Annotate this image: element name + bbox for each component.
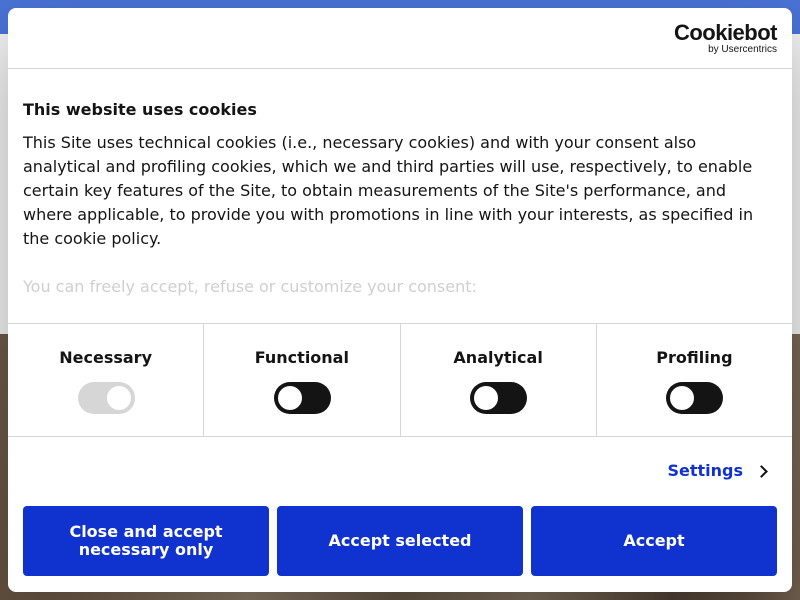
toggle-knob <box>277 386 302 410</box>
settings-link[interactable]: Settings <box>667 460 768 482</box>
dialog-body-text: This Site uses technical cookies (i.e., … <box>23 133 754 248</box>
consent-toggles: Necessary Functional Analytical Profilin… <box>8 323 792 437</box>
cookie-consent-dialog: Cookiebot by Usercentrics This website u… <box>8 8 792 592</box>
toggle-knob <box>106 386 131 410</box>
toggle-label-analytical: Analytical <box>453 348 543 367</box>
profiling-toggle[interactable] <box>666 382 724 414</box>
necessary-toggle <box>77 382 135 414</box>
settings-label: Settings <box>667 461 743 480</box>
cookiebot-logo[interactable]: Cookiebot by Usercentrics <box>673 20 778 56</box>
toggle-cell-analytical: Analytical <box>401 324 597 436</box>
dialog-title: This website uses cookies <box>23 100 257 119</box>
analytical-toggle[interactable] <box>470 382 528 414</box>
accept-button[interactable]: Accept <box>531 506 777 576</box>
toggle-cell-functional: Functional <box>204 324 401 436</box>
toggle-cell-necessary: Necessary <box>8 324 205 436</box>
toggle-label-profiling: Profiling <box>656 348 733 367</box>
chevron-right-icon <box>755 465 768 478</box>
dialog-faded-text: You can freely accept, refuse or customi… <box>23 277 477 296</box>
functional-toggle[interactable] <box>273 382 331 414</box>
toggle-knob <box>670 386 695 410</box>
consent-buttons: Close and accept necessary only Accept s… <box>23 506 777 576</box>
dialog-header: Cookiebot by Usercentrics <box>8 8 792 69</box>
toggle-label-functional: Functional <box>254 348 349 367</box>
logo-wordmark: Cookiebot <box>673 20 778 45</box>
toggle-knob <box>474 386 499 410</box>
close-accept-necessary-button[interactable]: Close and accept necessary only <box>23 506 269 576</box>
dialog-content: This website uses cookies This Site uses… <box>23 99 773 299</box>
toggle-cell-profiling: Profiling <box>597 324 792 436</box>
toggle-label-necessary: Necessary <box>59 348 152 367</box>
accept-selected-button[interactable]: Accept selected <box>277 506 523 576</box>
logo-byline: by Usercentrics <box>708 44 777 55</box>
